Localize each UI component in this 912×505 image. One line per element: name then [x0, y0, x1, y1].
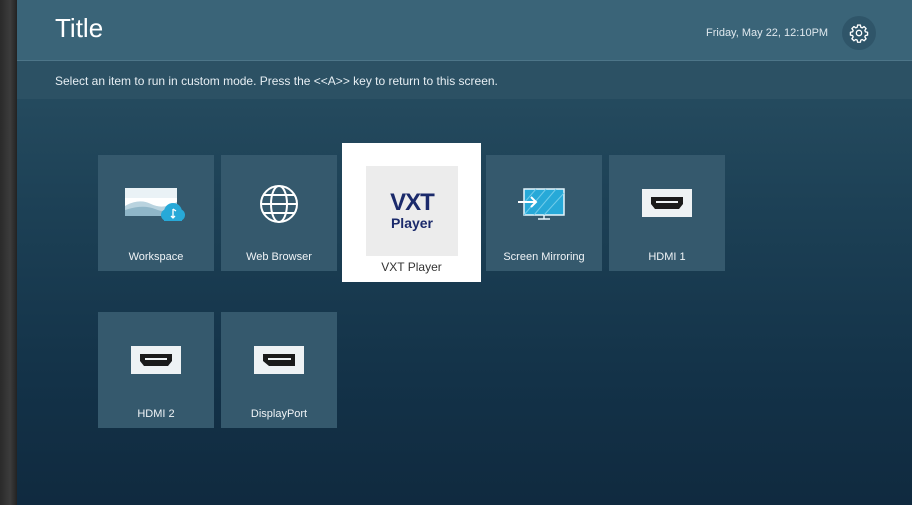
- globe-icon: [260, 185, 298, 223]
- page-title: Title: [55, 13, 104, 43]
- header-bar: Title Friday, May 22, 12:10PM: [17, 0, 912, 60]
- instruction-bar: Select an item to run in custom mode. Pr…: [17, 60, 912, 99]
- tile-label: VXT Player: [381, 260, 442, 274]
- tile-label: DisplayPort: [250, 408, 308, 420]
- tile-label: Workspace: [128, 251, 184, 263]
- vxt-player-logo: VXT Player: [366, 166, 458, 256]
- logo-sub-text: Player: [390, 215, 434, 231]
- tile-label: Screen Mirroring: [503, 251, 585, 263]
- monitor-bezel: [0, 0, 17, 505]
- tile-label: HDMI 2: [137, 408, 175, 420]
- hdmi-port-icon: [642, 189, 692, 217]
- custom-mode-screen: Title Friday, May 22, 12:10PM Select an …: [17, 0, 912, 505]
- datetime-display: Friday, May 22, 12:10PM: [706, 27, 829, 39]
- workspace-icon: [125, 188, 185, 221]
- logo-main-text: VXT: [390, 189, 435, 216]
- gear-icon: [849, 24, 869, 43]
- tile-label: Web Browser: [246, 251, 312, 263]
- tile-web-browser[interactable]: Web Browser: [221, 155, 337, 271]
- tile-workspace[interactable]: Workspace: [98, 155, 214, 271]
- tile-label: HDMI 1: [648, 251, 686, 263]
- tile-vxt-player[interactable]: VXT Player VXT Player: [342, 143, 481, 282]
- tile-displayport[interactable]: DisplayPort: [221, 312, 337, 428]
- tile-screen-mirroring[interactable]: Screen Mirroring: [486, 155, 602, 271]
- settings-button[interactable]: [842, 16, 876, 50]
- screen-mirroring-icon: [518, 188, 565, 220]
- tile-hdmi-2[interactable]: HDMI 2: [98, 312, 214, 428]
- instruction-text: Select an item to run in custom mode. Pr…: [55, 74, 498, 88]
- displayport-icon: [254, 346, 304, 374]
- hdmi-port-icon: [131, 346, 181, 374]
- tile-hdmi-1[interactable]: HDMI 1: [609, 155, 725, 271]
